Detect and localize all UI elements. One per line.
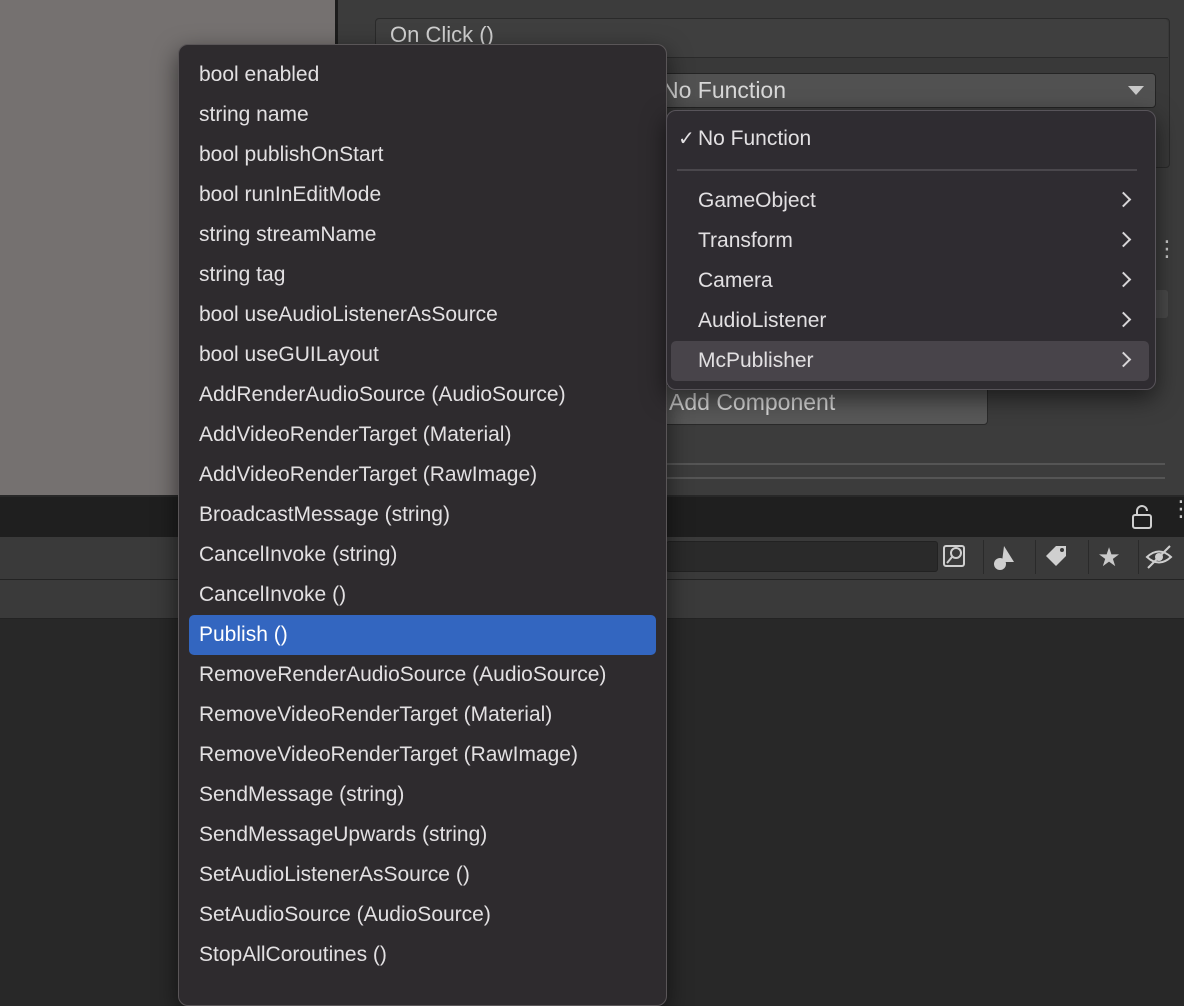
menu-item[interactable]: string tag bbox=[189, 255, 656, 295]
menu-item[interactable]: AddVideoRenderTarget (RawImage) bbox=[189, 455, 656, 495]
menu-item-label: McPublisher bbox=[698, 349, 814, 372]
lock-icon[interactable] bbox=[1131, 504, 1153, 530]
inspector-scrollbar[interactable] bbox=[665, 463, 1165, 479]
menu-item[interactable]: bool publishOnStart bbox=[189, 135, 656, 175]
chevron-right-icon bbox=[1115, 191, 1132, 208]
menu-item-label: Transform bbox=[698, 229, 793, 252]
add-component-label: Add Component bbox=[669, 389, 836, 415]
menu-item[interactable]: bool runInEditMode bbox=[189, 175, 656, 215]
menu-item[interactable]: RemoveVideoRenderTarget (RawImage) bbox=[189, 735, 656, 775]
menu-item-label: AudioListener bbox=[698, 309, 827, 332]
menu-item-no-function[interactable]: ✓ No Function bbox=[671, 119, 1149, 159]
menu-item[interactable]: CancelInvoke () bbox=[189, 575, 656, 615]
checkmark-icon: ✓ bbox=[678, 128, 695, 150]
menu-item[interactable]: StopAllCoroutines () bbox=[189, 935, 656, 975]
filter-by-type-icon[interactable] bbox=[983, 540, 1024, 574]
menu-item-label: GameObject bbox=[698, 189, 816, 212]
menu-item[interactable]: bool enabled bbox=[189, 55, 656, 95]
menu-item[interactable]: SetAudioSource (AudioSource) bbox=[189, 895, 656, 935]
menu-item-gameobject[interactable]: GameObject bbox=[671, 181, 1149, 221]
menu-item[interactable]: bool useAudioListenerAsSource bbox=[189, 295, 656, 335]
hidden-packages-eye-icon[interactable] bbox=[1138, 540, 1179, 574]
menu-item[interactable]: AddRenderAudioSource (AudioSource) bbox=[189, 375, 656, 415]
menu-item-label: Camera bbox=[698, 269, 773, 292]
menu-item-label: No Function bbox=[698, 127, 812, 150]
menu-item[interactable]: SendMessageUpwards (string) bbox=[189, 815, 656, 855]
menu-separator bbox=[677, 169, 1137, 171]
search-input[interactable] bbox=[666, 541, 938, 572]
filter-by-label-icon[interactable] bbox=[1035, 540, 1076, 574]
function-dropdown-value: No Function bbox=[662, 77, 787, 103]
more-options-icon[interactable]: ⋮ bbox=[1170, 498, 1184, 531]
menu-item-mcpublisher[interactable]: McPublisher bbox=[671, 341, 1149, 381]
menu-item-camera[interactable]: Camera bbox=[671, 261, 1149, 301]
menu-item[interactable]: BroadcastMessage (string) bbox=[189, 495, 656, 535]
chevron-right-icon bbox=[1115, 351, 1132, 368]
menu-item[interactable]: string streamName bbox=[189, 215, 656, 255]
component-list-menu: ✓ No Function GameObject Transform Camer… bbox=[666, 110, 1156, 390]
search-by-type-icon[interactable] bbox=[938, 540, 972, 572]
favorites-star-icon[interactable]: ★ bbox=[1088, 540, 1129, 574]
menu-item[interactable]: AddVideoRenderTarget (Material) bbox=[189, 415, 656, 455]
menu-item[interactable]: RemoveRenderAudioSource (AudioSource) bbox=[189, 655, 656, 695]
menu-item[interactable]: CancelInvoke (string) bbox=[189, 535, 656, 575]
menu-item-audiolistener[interactable]: AudioListener bbox=[671, 301, 1149, 341]
menu-item[interactable]: RemoveVideoRenderTarget (Material) bbox=[189, 695, 656, 735]
chevron-right-icon bbox=[1115, 271, 1132, 288]
function-list-menu: bool enabled string name bool publishOnS… bbox=[178, 44, 667, 1006]
more-options-icon[interactable]: ⋮ bbox=[1156, 238, 1178, 274]
dropdown-arrow-icon bbox=[1128, 86, 1144, 95]
menu-item-publish[interactable]: Publish () bbox=[189, 615, 656, 655]
menu-item[interactable]: bool useGUILayout bbox=[189, 335, 656, 375]
chevron-right-icon bbox=[1115, 231, 1132, 248]
chevron-right-icon bbox=[1115, 311, 1132, 328]
menu-item[interactable]: string name bbox=[189, 95, 656, 135]
menu-item-transform[interactable]: Transform bbox=[671, 221, 1149, 261]
menu-item[interactable]: SendMessage (string) bbox=[189, 775, 656, 815]
menu-item[interactable]: SetAudioListenerAsSource () bbox=[189, 855, 656, 895]
